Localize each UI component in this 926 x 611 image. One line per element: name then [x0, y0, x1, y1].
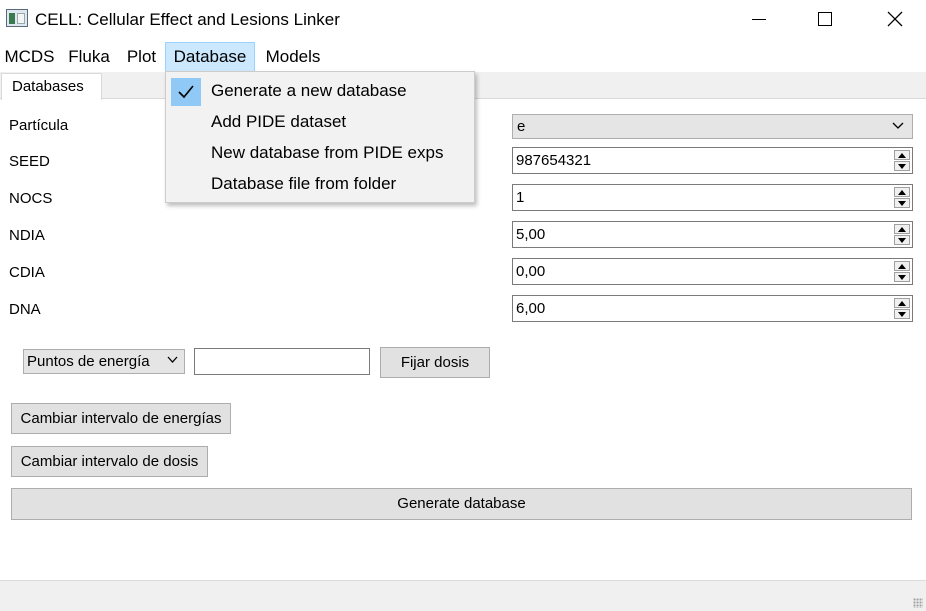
chevron-down-icon	[167, 356, 178, 363]
dose-input[interactable]	[194, 348, 370, 375]
nocs-value: 1	[516, 189, 525, 206]
nocs-spinbox[interactable]: 1	[512, 184, 913, 211]
dna-label: DNA	[9, 301, 41, 318]
menu-database[interactable]: Database	[165, 42, 255, 72]
resize-grip-icon[interactable]	[913, 598, 923, 608]
arrow-up-icon	[898, 226, 906, 232]
ndia-decrement-button[interactable]	[894, 235, 910, 245]
ndia-increment-button[interactable]	[894, 224, 910, 234]
arrow-down-icon	[898, 274, 906, 280]
database-menu-dropdown: Generate a new database Add PIDE dataset…	[165, 71, 475, 203]
menu-item-label: Add PIDE dataset	[211, 112, 347, 131]
arrow-up-icon	[898, 263, 906, 269]
close-icon	[887, 11, 903, 27]
seed-decrement-button[interactable]	[894, 161, 910, 171]
checkmark-icon	[171, 78, 201, 106]
dose-mode-select[interactable]: Puntos de energía	[23, 349, 185, 374]
dna-spinbox[interactable]: 6,00	[512, 295, 913, 322]
app-window-icon	[6, 9, 28, 27]
menu-plot[interactable]: Plot	[121, 42, 162, 72]
cdia-value: 0,00	[516, 263, 546, 280]
seed-increment-button[interactable]	[894, 150, 910, 160]
arrow-up-icon	[898, 189, 906, 195]
menu-item-label: Generate a new database	[211, 81, 407, 100]
minimize-button[interactable]	[736, 0, 782, 38]
arrow-up-icon	[898, 300, 906, 306]
arrow-up-icon	[898, 152, 906, 158]
ndia-label: NDIA	[9, 227, 45, 244]
change-energy-interval-button[interactable]: Cambiar intervalo de energías	[11, 403, 231, 434]
menu-models[interactable]: Models	[259, 42, 327, 72]
dna-value: 6,00	[516, 300, 546, 317]
ndia-spinbox[interactable]: 5,00	[512, 221, 913, 248]
window-title: CELL: Cellular Effect and Lesions Linker	[35, 10, 340, 29]
arrow-down-icon	[898, 311, 906, 317]
dna-increment-button[interactable]	[894, 298, 910, 308]
menu-mcds[interactable]: MCDS	[0, 42, 59, 72]
dna-decrement-button[interactable]	[894, 309, 910, 319]
arrow-down-icon	[898, 200, 906, 206]
menu-item-generate-new-database[interactable]: Generate a new database	[168, 76, 472, 106]
maximize-button[interactable]	[802, 0, 848, 38]
menu-fluka[interactable]: Fluka	[63, 42, 115, 72]
particula-label: Partícula	[9, 117, 69, 134]
cdia-label: CDIA	[9, 264, 45, 281]
arrow-down-icon	[898, 237, 906, 243]
menu-bar: MCDS Fluka Plot Database Models	[0, 42, 926, 72]
close-button[interactable]	[872, 0, 918, 38]
seed-spinbox[interactable]: 987654321	[512, 147, 913, 174]
generate-database-button[interactable]: Generate database	[11, 488, 912, 520]
tab-databases[interactable]: Databases	[1, 73, 102, 100]
chevron-down-icon	[892, 122, 904, 129]
dose-mode-value: Puntos de energía	[27, 353, 150, 370]
cdia-spinbox[interactable]: 0,00	[512, 258, 913, 285]
nocs-decrement-button[interactable]	[894, 198, 910, 208]
seed-value: 987654321	[516, 152, 592, 169]
menu-item-database-file-from-folder[interactable]: Database file from folder	[168, 169, 472, 199]
particula-value: e	[517, 118, 526, 135]
cdia-increment-button[interactable]	[894, 261, 910, 271]
title-bar: CELL: Cellular Effect and Lesions Linker	[0, 0, 926, 40]
particula-select[interactable]: e	[512, 114, 913, 139]
maximize-icon	[818, 12, 832, 26]
menu-item-label: New database from PIDE exps	[211, 143, 444, 162]
seed-label: SEED	[9, 153, 50, 170]
arrow-down-icon	[898, 163, 906, 169]
minimize-icon	[752, 18, 766, 20]
fix-dose-button[interactable]: Fijar dosis	[380, 347, 490, 378]
nocs-increment-button[interactable]	[894, 187, 910, 197]
change-dose-interval-button[interactable]: Cambiar intervalo de dosis	[11, 446, 208, 477]
menu-item-label: Database file from folder	[211, 174, 397, 193]
cdia-decrement-button[interactable]	[894, 272, 910, 282]
ndia-value: 5,00	[516, 226, 546, 243]
menu-item-add-pide-dataset[interactable]: Add PIDE dataset	[168, 107, 472, 137]
menu-item-new-database-from-pide-exps[interactable]: New database from PIDE exps	[168, 138, 472, 168]
nocs-label: NOCS	[9, 190, 53, 207]
status-bar	[0, 580, 926, 611]
